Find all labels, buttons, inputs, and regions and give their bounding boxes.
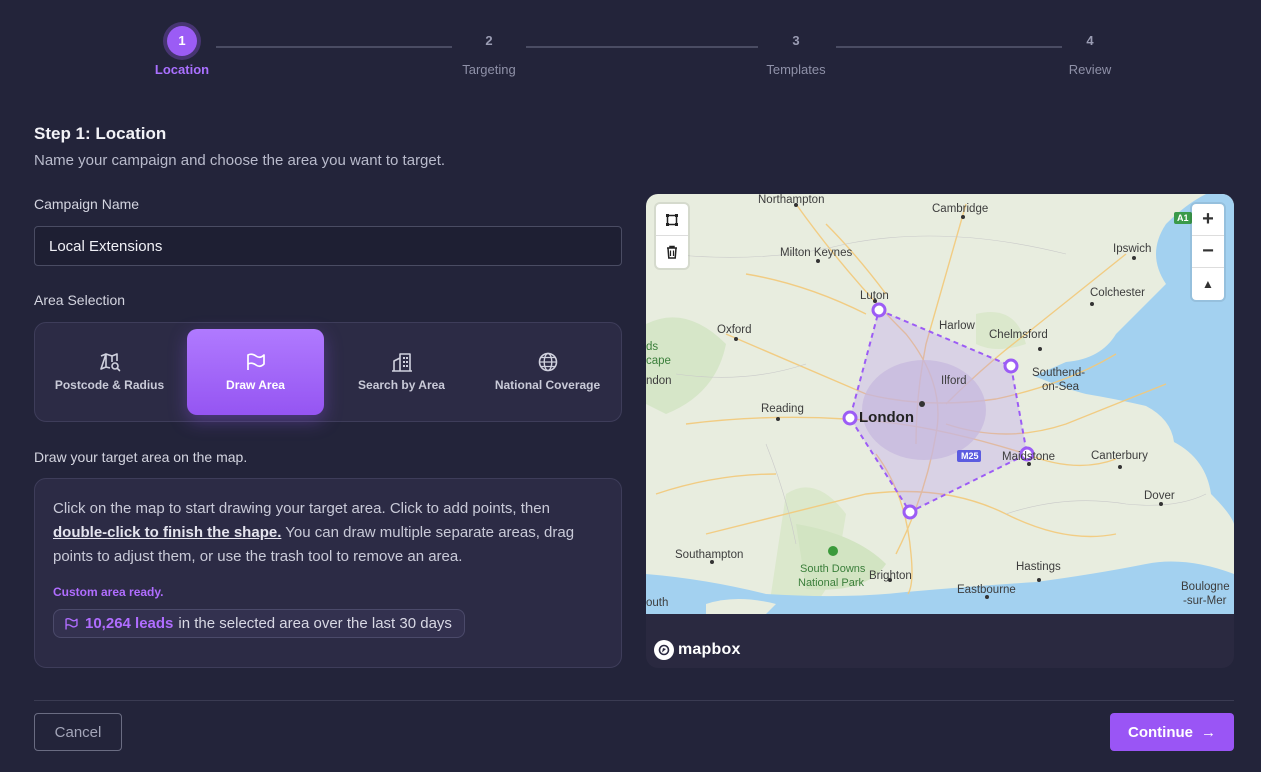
step-label: Targeting (462, 62, 516, 77)
area-option-label: Postcode & Radius (54, 378, 165, 392)
area-selection-group: Postcode & Radius Draw Area Search by Ar… (34, 322, 622, 422)
step-number: 4 (1086, 33, 1094, 48)
map-search-icon (99, 353, 120, 372)
area-selection-label: Area Selection (34, 292, 126, 308)
instructions-pre: Click on the map to start drawing your t… (53, 500, 550, 517)
map-label: -sur-Mer (1183, 595, 1227, 607)
map-label: Boulogne (1181, 581, 1230, 593)
map-label-park: South Downs (800, 563, 866, 575)
map-label: Luton (860, 290, 889, 302)
step-number: 1 (167, 26, 197, 56)
step-targeting[interactable]: 2 Targeting (429, 26, 549, 77)
map-label: Reading (761, 403, 804, 415)
road-shield: M25 (961, 451, 979, 461)
stepper-connector (216, 46, 452, 48)
draw-area-heading: Draw your target area on the map. (34, 449, 248, 465)
stepper-connector (526, 46, 758, 48)
map-label-park: National Park (798, 577, 865, 589)
mapbox-attribution: mapbox (678, 641, 741, 658)
area-option-label: Search by Area (358, 378, 445, 392)
zoom-controls: + − ▲ (1192, 204, 1224, 300)
leads-summary-badge: 10,264 leads in the selected area over t… (53, 609, 465, 638)
campaign-name-input[interactable] (34, 226, 622, 266)
trash-button[interactable] (656, 236, 688, 268)
map-label: Hastings (1016, 561, 1061, 573)
stepper: 1 Location 2 Targeting 3 Templates 4 Rev… (0, 0, 1261, 90)
map-canvas[interactable]: Northampton Cambridge Ipswich Milton Key… (646, 194, 1234, 614)
area-option-national-coverage[interactable]: National Coverage (479, 329, 616, 415)
area-option-search-by-area[interactable]: Search by Area (333, 329, 470, 415)
step-label: Location (154, 62, 210, 77)
trash-icon (667, 245, 677, 259)
step-number: 2 (485, 33, 493, 48)
map-label: Maidstone (1002, 451, 1055, 463)
step-templates[interactable]: 3 Templates (736, 26, 856, 77)
map-label: ndon (646, 375, 672, 387)
mapbox-logo[interactable]: mapbox (654, 640, 741, 660)
map-label: ds (646, 341, 658, 353)
area-option-postcode-radius[interactable]: Postcode & Radius (41, 329, 178, 415)
continue-button[interactable]: Continue → (1110, 713, 1234, 751)
area-option-label: National Coverage (494, 378, 601, 392)
map-label: Ipswich (1113, 243, 1151, 255)
map-label: Northampton (758, 194, 824, 206)
page-title: Step 1: Location (34, 124, 167, 143)
map-label: Chelmsford (989, 329, 1048, 341)
map-label: Southend- (1032, 367, 1085, 379)
map-label: Ilford (941, 375, 967, 387)
area-option-label: Draw Area (226, 378, 285, 392)
map-label: Canterbury (1091, 450, 1148, 462)
arrow-right-icon: → (1201, 723, 1216, 741)
leads-count: 10,264 leads (85, 615, 174, 632)
map-label: Southampton (675, 549, 743, 561)
mapbox-icon (654, 640, 674, 660)
map-label: outh (646, 597, 668, 609)
stepper-connector (836, 46, 1062, 48)
draw-tools (656, 204, 688, 268)
draw-flag-icon (65, 617, 78, 629)
leads-suffix: in the selected area over the last 30 da… (178, 615, 452, 632)
map-label: Cambridge (932, 203, 988, 215)
draw-instructions-panel: Click on the map to start drawing your t… (34, 478, 622, 668)
campaign-name-label: Campaign Name (34, 196, 140, 212)
globe-icon (538, 352, 557, 372)
map-label: Harlow (939, 320, 975, 332)
step-label: Review (1068, 62, 1112, 77)
step-location[interactable]: 1 Location (122, 26, 242, 77)
map-panel[interactable]: Northampton Cambridge Ipswich Milton Key… (646, 194, 1234, 668)
draw-polygon-button[interactable] (656, 204, 688, 236)
area-option-draw-area[interactable]: Draw Area (187, 329, 324, 415)
cancel-button[interactable]: Cancel (34, 713, 122, 751)
map-label: Colchester (1090, 287, 1145, 299)
step-label: Templates (766, 62, 826, 77)
map-label: cape (646, 355, 671, 367)
draw-instructions-text: Click on the map to start drawing your t… (53, 497, 603, 569)
map-label: Eastbourne (957, 584, 1016, 596)
map-label: Dover (1144, 490, 1175, 502)
map-label-capital: London (859, 409, 914, 426)
continue-label: Continue (1128, 723, 1193, 741)
polygon-icon (666, 213, 678, 226)
step-review[interactable]: 4 Review (1030, 26, 1150, 77)
buildings-icon (391, 353, 412, 372)
zoom-out-button[interactable]: − (1192, 236, 1224, 268)
map-label: on-Sea (1042, 381, 1080, 393)
map-label: Oxford (717, 324, 752, 336)
footer-divider (34, 700, 1234, 701)
road-shield: A1 (1177, 213, 1189, 223)
draw-flag-icon (246, 353, 265, 370)
area-status: Custom area ready. (53, 585, 164, 599)
map-label: Milton Keynes (780, 247, 852, 259)
step-number: 3 (792, 33, 800, 48)
compass-button[interactable]: ▲ (1192, 268, 1224, 300)
zoom-in-button[interactable]: + (1192, 204, 1224, 236)
page-subtitle: Name your campaign and choose the area y… (34, 152, 446, 169)
map-label: Brighton (869, 570, 912, 582)
instructions-emphasis: double-click to finish the shape. (53, 524, 282, 541)
